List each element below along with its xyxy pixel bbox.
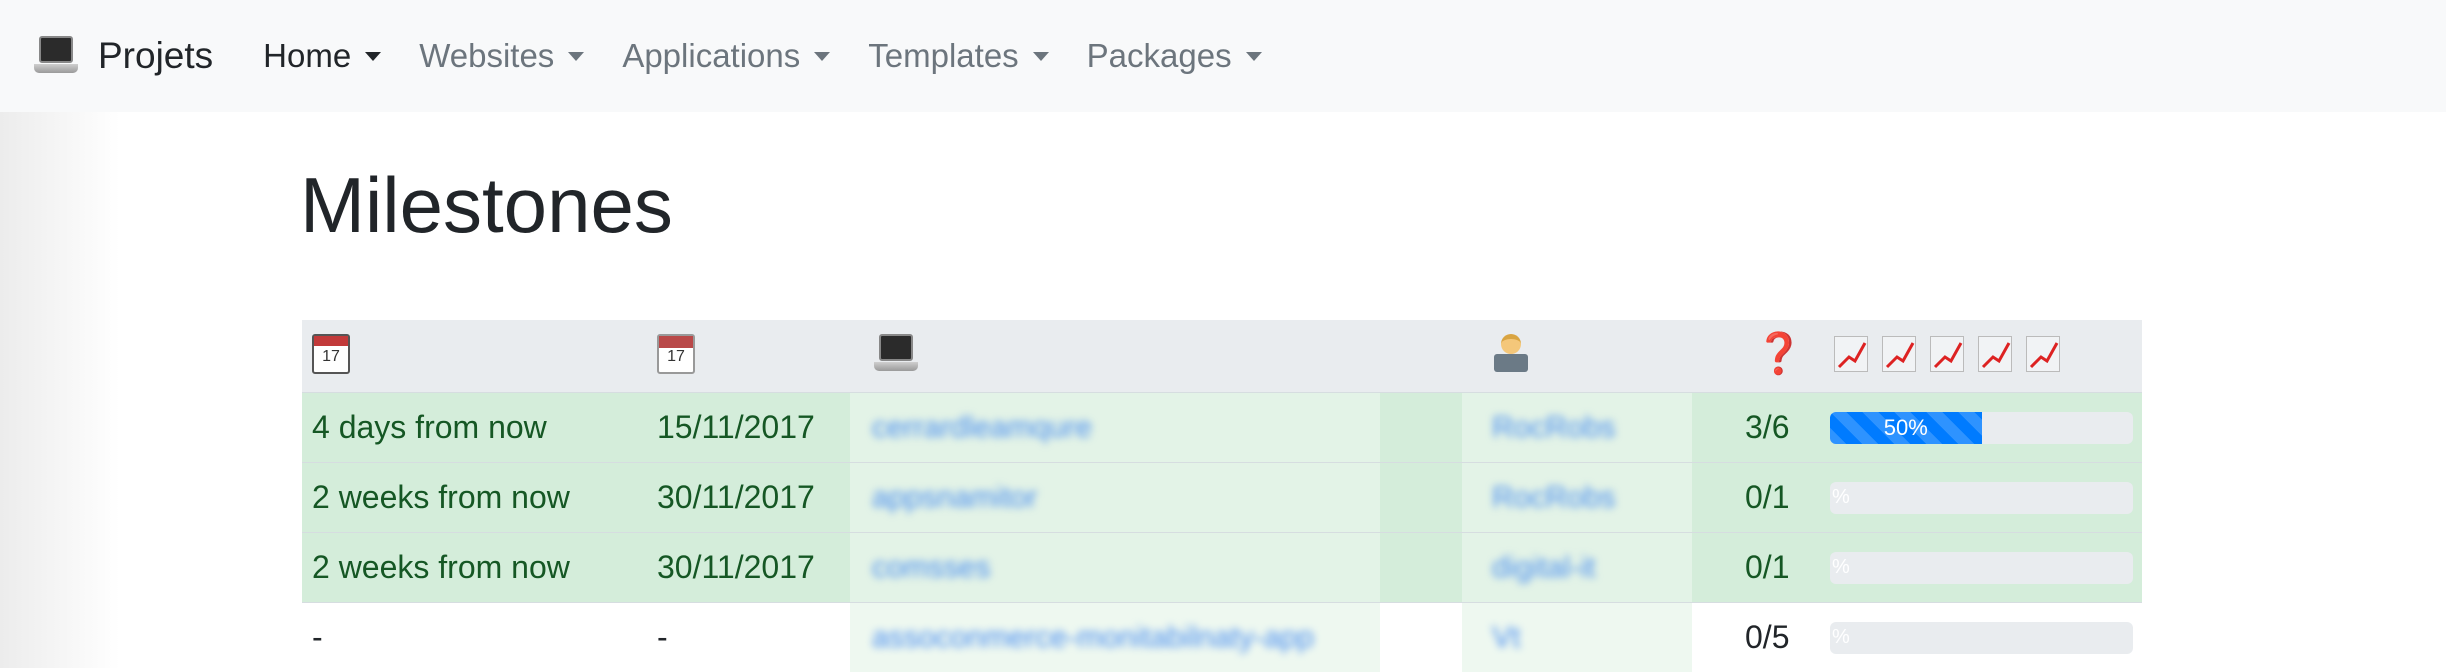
project-link[interactable]: assoconmerce-monitabilnaty-app <box>872 603 1382 672</box>
due-relative: 4 days from now <box>312 409 547 445</box>
progress-bar-fill: 50% <box>1830 411 1982 444</box>
nav-websites-dropdown[interactable]: Websites <box>419 37 585 75</box>
left-edge-shadow <box>0 112 120 668</box>
project-link[interactable]: comsses <box>872 533 1382 602</box>
due-date: - <box>657 619 668 655</box>
developer-icon <box>1492 334 1530 374</box>
chart-increasing-icon <box>1978 336 2012 372</box>
calendar-pencil-icon: 17 <box>312 334 350 374</box>
issue-count: 0/5 <box>1745 619 1790 655</box>
progress-cell: 50% <box>1830 393 2133 462</box>
nav-applications-label: Applications <box>622 37 801 74</box>
due-relative: 2 weeks from now <box>312 479 570 515</box>
calendar-icon: 17 <box>657 334 695 374</box>
progress-bar-track: 50% <box>1830 411 2133 444</box>
due-relative: 2 weeks from now <box>312 549 570 585</box>
progress-bar-track: % <box>1830 621 2133 654</box>
table-row: 2 weeks from now 30/11/2017 appsnamitor … <box>302 462 2142 532</box>
progress-cell: % <box>1830 603 2133 672</box>
progress-cell: % <box>1830 463 2133 532</box>
progress-cell: % <box>1830 533 2133 602</box>
caret-down-icon <box>814 51 831 61</box>
project-link[interactable]: cerrardleamqure <box>872 393 1382 462</box>
project-link[interactable]: appsnamitor <box>872 463 1382 532</box>
nav-websites-label: Websites <box>419 37 555 74</box>
chart-icons-group <box>1834 336 2074 372</box>
chart-increasing-icon <box>1930 336 1964 372</box>
brand-link[interactable]: Projets <box>34 35 213 77</box>
due-relative: - <box>312 619 323 655</box>
issue-count: 3/6 <box>1745 409 1790 445</box>
nav-packages-dropdown[interactable]: Packages <box>1087 37 1262 75</box>
laptop-icon <box>874 334 918 374</box>
due-date: 15/11/2017 <box>657 409 815 445</box>
nav-packages-label: Packages <box>1086 37 1232 74</box>
caret-down-icon <box>1032 51 1049 61</box>
progress-label: % <box>1832 626 1850 648</box>
milestones-table: 17 17 ❓ 4 days from now 15/11/2017 cerra… <box>302 320 2142 672</box>
nav-templates-label: Templates <box>868 37 1019 74</box>
nav-templates-dropdown[interactable]: Templates <box>868 37 1049 75</box>
progress-label: % <box>1832 556 1850 578</box>
page-title: Milestones <box>300 161 673 249</box>
issue-count: 0/1 <box>1745 549 1790 585</box>
user-link[interactable]: RocRobs <box>1492 463 1692 532</box>
table-row: 2 weeks from now 30/11/2017 comsses digi… <box>302 532 2142 602</box>
due-date: 30/11/2017 <box>657 479 815 515</box>
table-row: - - assoconmerce-monitabilnaty-app Vt 0/… <box>302 602 2142 672</box>
chart-increasing-icon <box>1834 336 1868 372</box>
table-header: 17 17 ❓ <box>302 320 2142 392</box>
user-link[interactable]: digital-it <box>1492 533 1692 602</box>
chart-increasing-icon <box>1882 336 1916 372</box>
nav-home-dropdown[interactable]: Home <box>263 37 382 75</box>
nav-applications-dropdown[interactable]: Applications <box>622 37 831 75</box>
issue-count: 0/1 <box>1745 479 1790 515</box>
table-row: 4 days from now 15/11/2017 cerrardleamqu… <box>302 392 2142 462</box>
laptop-icon <box>34 36 78 76</box>
chart-increasing-icon <box>2026 336 2060 372</box>
progress-label: % <box>1832 486 1850 508</box>
progress-bar-track: % <box>1830 481 2133 514</box>
caret-down-icon <box>365 51 382 61</box>
nav-home-label: Home <box>263 37 352 74</box>
top-navbar: Projets Home Websites Applications Templ… <box>0 0 2446 112</box>
progress-bar-track: % <box>1830 551 2133 584</box>
caret-down-icon <box>568 51 585 61</box>
due-date: 30/11/2017 <box>657 549 815 585</box>
user-link[interactable]: Vt <box>1492 603 1692 672</box>
question-mark-icon: ❓ <box>1754 332 1804 376</box>
caret-down-icon <box>1245 51 1262 61</box>
brand-name: Projets <box>98 35 214 76</box>
user-link[interactable]: RocRobs <box>1492 393 1692 462</box>
